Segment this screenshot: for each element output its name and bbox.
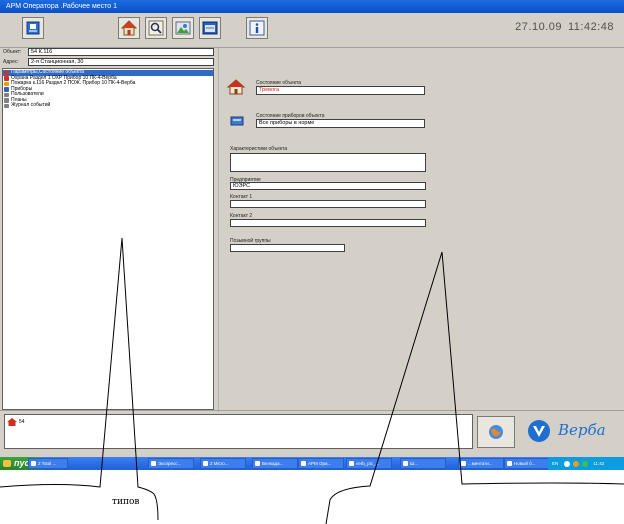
tree-item-label: Журнал событий — [11, 102, 51, 108]
task-app-icon — [507, 461, 512, 466]
task-label: Новый б... — [514, 461, 536, 466]
tree-item-icon — [4, 70, 9, 75]
search-button[interactable] — [145, 17, 167, 39]
task-app-icon — [255, 461, 260, 466]
task-app-icon — [349, 461, 354, 466]
taskbar-task[interactable]: Новый б... — [504, 458, 550, 469]
system-tray: EN 11:42 — [548, 457, 624, 470]
alarm-event-icon — [7, 418, 17, 426]
window-button[interactable] — [199, 17, 221, 39]
enterprise-field[interactable]: ЮЭРС — [230, 182, 426, 190]
toolbar: 27.10.09 11:42:48 — [0, 13, 624, 48]
task-label: Экспресс... — [158, 461, 182, 466]
logo-text: Верба — [558, 421, 606, 439]
object-tree[interactable]: Параметры,Состояние объекта Охрана Раздел… — [2, 68, 214, 410]
windows-logo-icon — [3, 460, 11, 467]
object-label: Объект: — [3, 49, 22, 55]
taskbar-task[interactable]: 2 Micro... — [200, 458, 246, 469]
task-app-icon — [31, 461, 36, 466]
event-bar: 54 Верба — [0, 410, 624, 458]
characteristics-field[interactable] — [230, 153, 426, 172]
device-icon — [230, 116, 244, 126]
tray-clock: 11:42 — [593, 461, 605, 466]
task-label: ...ментати... — [468, 461, 493, 466]
info-button[interactable] — [246, 17, 268, 39]
tree-item-icon — [4, 92, 9, 97]
characteristics-label: Характеристики объекта — [230, 146, 288, 152]
event-list[interactable]: 54 — [4, 414, 473, 449]
export-button[interactable] — [22, 17, 44, 39]
export-icon — [26, 21, 40, 35]
taskbar-task[interactable]: Велкада... — [252, 458, 298, 469]
object-details-pane: Состояние объекта Тревога Состояние приб… — [218, 48, 624, 412]
tray-network-icon[interactable] — [563, 460, 570, 467]
tray-app-icon[interactable] — [582, 460, 589, 467]
tray-language[interactable]: EN — [552, 461, 558, 466]
task-app-icon — [151, 461, 156, 466]
taskbar-task[interactable]: АРМ Ора... — [298, 458, 344, 469]
tree-item[interactable]: Журнал событий — [3, 102, 213, 109]
date-text: 27.10.09 — [515, 21, 562, 33]
task-label: 2 Micro... — [210, 461, 229, 466]
task-label: 2 Total ... — [38, 461, 57, 466]
address-field[interactable]: 2-я Станционная, 30 — [28, 58, 214, 66]
task-label: АРМ Ора... — [308, 461, 332, 466]
home-button[interactable] — [118, 17, 140, 39]
image-button[interactable] — [172, 17, 194, 39]
taskbar-task[interactable]: verb_pic_... — [346, 458, 392, 469]
contact1-field[interactable] — [230, 200, 426, 208]
info-icon — [249, 20, 265, 36]
callsign-field[interactable] — [230, 244, 345, 252]
house-alarm-icon — [227, 79, 245, 95]
taskbar-task[interactable]: Экспресс... — [148, 458, 194, 469]
image-icon — [175, 21, 191, 35]
globe-icon — [489, 425, 503, 439]
object-field[interactable]: 54 К.116 — [28, 48, 214, 56]
task-label: Ш... — [410, 461, 418, 466]
task-app-icon — [301, 461, 306, 466]
search-icon — [148, 20, 164, 36]
app-window: 27.10.09 11:42:48 Объект: 54 К.116 Адрес:… — [0, 13, 624, 457]
taskbar-task[interactable]: 2 Total ... — [28, 458, 68, 469]
taskbar-task[interactable]: Ш... — [400, 458, 446, 469]
object-navigation-pane: Объект: 54 К.116 Адрес: 2-я Станционная,… — [2, 48, 216, 412]
task-app-icon — [203, 461, 208, 466]
task-app-icon — [461, 461, 466, 466]
annotation-caption: типов — [112, 497, 139, 507]
home-icon — [121, 20, 137, 36]
task-label: Велкада... — [262, 461, 284, 466]
device-state-field: Все приборы в норме — [256, 119, 425, 128]
verba-logo-icon — [528, 420, 550, 442]
task-app-icon — [403, 461, 408, 466]
window-titlebar: АРМ Оператора .Рабочее место 1 — [0, 0, 624, 13]
tray-security-icon[interactable] — [572, 460, 579, 467]
tree-item-icon — [4, 81, 9, 86]
window-icon — [202, 21, 218, 35]
datetime-display: 27.10.09 11:42:48 — [509, 21, 614, 33]
object-state-field: Тревога — [256, 86, 425, 95]
address-label: Адрес: — [3, 59, 19, 65]
tree-item-icon — [4, 87, 9, 92]
acknowledge-button[interactable] — [477, 416, 515, 448]
taskbar-task[interactable]: ...ментати... — [458, 458, 504, 469]
tree-item-icon — [4, 98, 9, 103]
window-title: АРМ Оператора .Рабочее место 1 — [6, 3, 118, 10]
time-text: 11:42:48 — [567, 21, 614, 33]
contact2-field[interactable] — [230, 219, 426, 227]
tree-item-icon — [4, 103, 9, 108]
tree-item-icon — [4, 76, 9, 81]
taskbar: пуск 2 Total ... Экспресс... 2 Micro... Вел… — [0, 457, 624, 470]
event-item[interactable]: 54 — [19, 419, 25, 425]
task-label: verb_pic_... — [356, 461, 380, 466]
